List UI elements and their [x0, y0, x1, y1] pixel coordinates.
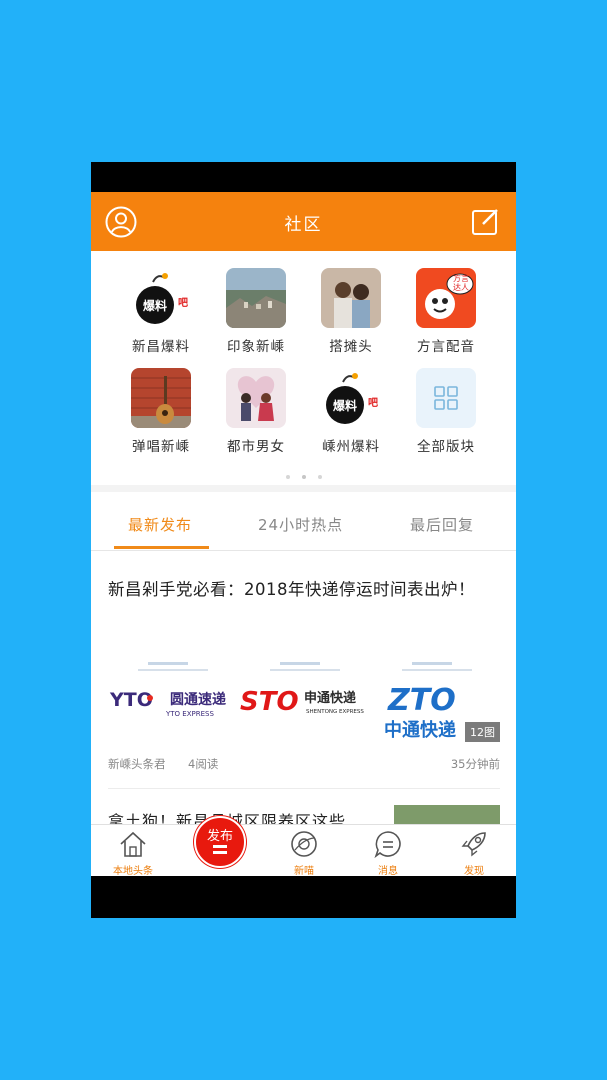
publish-button[interactable]: 发布 — [194, 816, 246, 868]
article-divider — [108, 788, 500, 789]
svg-text:ZTO: ZTO — [387, 683, 456, 718]
section-all[interactable]: 全部版块 — [401, 368, 491, 458]
section-fangyan-peiyin[interactable]: 方言达人 方言配音 — [401, 268, 491, 358]
article-source: 新嵊头条君 — [108, 757, 166, 771]
planet-icon — [291, 831, 317, 857]
yto-logo-image: YTO 圆通速递 YTO EXPRESS — [108, 652, 236, 746]
tab-24h-hot[interactable]: 24小时热点 — [258, 514, 343, 535]
message-icon — [374, 831, 401, 859]
svg-text:吧: 吧 — [178, 297, 188, 309]
svg-text:爆料: 爆料 — [333, 398, 357, 413]
svg-text:YTO: YTO — [109, 689, 153, 711]
zto-logo-image: ZTO 中通快递 12图 — [372, 652, 500, 746]
compose-icon[interactable] — [471, 208, 499, 236]
section-yinxiang-xinsheng[interactable]: 印象新嵊 — [211, 268, 301, 358]
page-indicator — [91, 464, 516, 483]
svg-text:申通快递: 申通快递 — [304, 690, 356, 706]
grid-icon — [416, 368, 476, 428]
svg-text:圆通速递: 圆通速递 — [170, 691, 226, 708]
section-label: 印象新嵊 — [227, 339, 285, 355]
couple-illustration-icon — [226, 368, 286, 428]
phone-frame: 社区 爆料 吧 新昌爆料 印象新嵊 搭摊头 方言达人 方言配音 弹唱新嵊 都市男… — [91, 162, 516, 918]
section-label: 都市男女 — [227, 439, 285, 455]
section-label: 方言配音 — [417, 339, 475, 355]
nav-xinmiao[interactable]: 新喵 — [269, 825, 339, 876]
nav-local-headlines[interactable]: 本地头条 — [98, 825, 168, 876]
article-reads: 4阅读 — [188, 757, 219, 771]
section-label: 全部版块 — [417, 439, 475, 455]
svg-text:YTO EXPRESS: YTO EXPRESS — [165, 710, 214, 718]
app-screen: 社区 爆料 吧 新昌爆料 印象新嵊 搭摊头 方言达人 方言配音 弹唱新嵊 都市男… — [91, 192, 516, 876]
publish-label: 发布 — [206, 829, 233, 844]
dialect-mascot-icon: 方言达人 — [416, 268, 476, 328]
dialect-badge: 方言达人 — [453, 274, 469, 292]
section-shengzhou-baoliao[interactable]: 爆料 吧 嵊州爆料 — [306, 368, 396, 458]
section-label: 搭摊头 — [329, 339, 373, 355]
bomb-icon: 爆料 吧 — [321, 368, 381, 428]
section-label: 嵊州爆料 — [322, 439, 380, 455]
nav-discover[interactable]: 发现 — [439, 825, 509, 876]
svg-text:吧: 吧 — [368, 397, 378, 409]
article-title[interactable]: 新昌剁手党必看：2018年快递停运时间表出炉！ — [108, 577, 500, 602]
nav-label: 本地头条 — [113, 866, 153, 876]
svg-text:STO: STO — [240, 687, 299, 717]
page-dot — [285, 475, 290, 479]
page-dot — [317, 475, 322, 479]
tab-last-reply[interactable]: 最后回复 — [410, 514, 474, 535]
top-bar: 社区 — [91, 192, 516, 251]
feed-tabs: 最新发布 24小时热点 最后回复 — [91, 492, 516, 551]
bottom-nav: 本地头条 新喵 消息 发现 — [91, 824, 516, 876]
section-xinchang-baoliao[interactable]: 爆料 吧 新昌爆料 — [116, 268, 206, 358]
section-separator — [91, 485, 516, 492]
city-photo-icon — [226, 268, 286, 328]
forum-sections-grid: 爆料 吧 新昌爆料 印象新嵊 搭摊头 方言达人 方言配音 弹唱新嵊 都市男女 爆… — [91, 251, 516, 485]
couple-photo-icon — [321, 268, 381, 328]
section-label: 弹唱新嵊 — [132, 439, 190, 455]
nav-label: 消息 — [378, 866, 398, 876]
page-dot — [301, 475, 306, 479]
section-tanchang-xinsheng[interactable]: 弹唱新嵊 — [116, 368, 206, 458]
article-images[interactable]: YTO 圆通速递 YTO EXPRESS STO 申通快递 SHENTONG E… — [108, 652, 500, 746]
svg-text:SHENTONG EXPRESS: SHENTONG EXPRESS — [306, 709, 364, 715]
svg-text:中通快递: 中通快递 — [384, 719, 456, 741]
bomb-icon: 爆料 吧 — [131, 268, 191, 328]
nav-label: 新喵 — [294, 866, 314, 876]
active-tab-indicator — [114, 546, 209, 549]
nav-messages[interactable]: 消息 — [353, 825, 423, 876]
home-icon — [120, 831, 146, 857]
sto-logo-image: STO 申通快递 SHENTONG EXPRESS — [240, 652, 368, 746]
section-dataitou[interactable]: 搭摊头 — [306, 268, 396, 358]
section-label: 新昌爆料 — [132, 339, 190, 355]
article-time: 35分钟前 — [450, 757, 500, 771]
guitar-photo-icon — [131, 368, 191, 428]
section-dushi-nannv[interactable]: 都市男女 — [211, 368, 301, 458]
tab-latest[interactable]: 最新发布 — [128, 514, 192, 535]
image-count-badge: 12图 — [465, 722, 500, 742]
nav-label: 发现 — [464, 866, 484, 876]
rocket-icon — [461, 832, 486, 857]
svg-text:爆料: 爆料 — [143, 298, 167, 313]
page-title: 社区 — [284, 215, 323, 235]
publish-icon — [213, 845, 227, 848]
